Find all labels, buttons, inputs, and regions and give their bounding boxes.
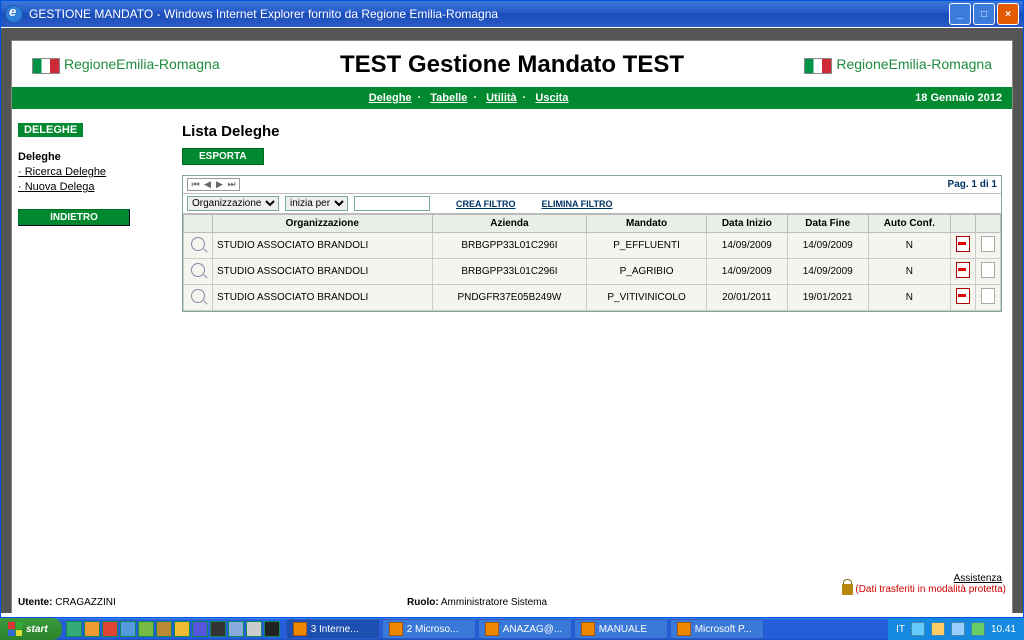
task-icon [485,622,499,636]
cell-az: BRBGPP33L01C296I [432,259,587,285]
table-row: STUDIO ASSOCIATO BRANDOLIPNDGFR37E05B249… [184,285,1001,311]
lock-icon [842,584,853,595]
sidebar-link-nuova[interactable]: Nuova Delega [18,181,170,193]
cell-org: STUDIO ASSOCIATO BRANDOLI [213,259,433,285]
ruolo-value: Amministratore Sistema [441,597,547,608]
col-df[interactable]: Data Fine [787,215,868,233]
sidebar: DELEGHE Deleghe Ricerca Deleghe Nuova De… [18,123,182,312]
close-button[interactable]: × [997,3,1019,25]
window-title: GESTIONE MANDATO - Windows Internet Expl… [29,7,949,21]
pdf-icon[interactable] [956,236,970,252]
utente-value: CRAGAZZINI [55,597,116,608]
table-row: STUDIO ASSOCIATO BRANDOLIBRBGPP33L01C296… [184,233,1001,259]
cell-df: 14/09/2009 [787,259,868,285]
create-filter-link[interactable]: CREA FILTRO [456,199,516,209]
lang-indicator[interactable]: IT [896,624,905,635]
content-sheet: RegioneEmilia-Romagna TEST Gestione Mand… [11,40,1013,613]
tray-icon[interactable] [911,622,925,636]
pager-nav[interactable]: ⏮◀▶⏭ [187,178,240,191]
doc-icon[interactable] [981,262,995,278]
minimize-button[interactable]: _ [949,3,971,25]
data-grid: Organizzazione Azienda Mandato Data Iniz… [183,214,1001,311]
taskbar-task[interactable]: Microsoft P... [670,619,764,639]
taskbar[interactable]: start 3 Interne...2 Microso...ANAZAG@...… [0,618,1024,640]
pager-label: Pag. 1 di 1 [948,179,997,190]
sidebar-section: DELEGHE [18,123,83,137]
system-tray[interactable]: IT 10.41 [888,618,1024,640]
windows-logo-icon [8,622,22,636]
menu-tabelle[interactable]: Tabelle [430,92,467,104]
utente-label: Utente: [18,597,52,608]
table-row: STUDIO ASSOCIATO BRANDOLIBRBGPP33L01C296… [184,259,1001,285]
secure-text: (Dati trasferiti in modalità protetta) [855,584,1006,595]
ruolo-label: Ruolo: [407,597,439,608]
page-title: TEST Gestione Mandato TEST [340,51,684,79]
taskbar-task[interactable]: 2 Microso... [382,619,476,639]
col-ac[interactable]: Auto Conf. [868,215,950,233]
titlebar[interactable]: GESTIONE MANDATO - Windows Internet Expl… [1,1,1023,27]
logo-left: RegioneEmilia-Romagna [32,56,220,73]
content-heading: Lista Deleghe [182,123,1002,140]
start-button[interactable]: start [0,618,62,640]
cell-di: 14/09/2009 [706,259,787,285]
delete-filter-link[interactable]: ELIMINA FILTRO [542,199,613,209]
view-icon[interactable] [191,263,205,277]
pdf-icon[interactable] [956,262,970,278]
task-icon [293,622,307,636]
tray-icon[interactable] [951,622,965,636]
menu-deleghe[interactable]: Deleghe [369,92,412,104]
tray-icon[interactable] [971,622,985,636]
cell-man: P_AGRIBIO [587,259,707,285]
taskbar-task[interactable]: 3 Interne... [286,619,380,639]
main-content: Lista Deleghe ESPORTA ⏮◀▶⏭ Pag. 1 di 1 O… [182,123,1012,312]
cell-az: PNDGFR37E05B249W [432,285,587,311]
taskbar-task[interactable]: MANUALE [574,619,668,639]
export-button[interactable]: ESPORTA [182,148,264,165]
cell-az: BRBGPP33L01C296I [432,233,587,259]
col-di[interactable]: Data Inizio [706,215,787,233]
col-az[interactable]: Azienda [432,215,587,233]
cell-di: 20/01/2011 [706,285,787,311]
clock[interactable]: 10.41 [991,624,1016,635]
cell-man: P_EFFLUENTI [587,233,707,259]
task-icon [389,622,403,636]
menu-utilita[interactable]: Utilità [486,92,517,104]
menu-uscita[interactable]: Uscita [535,92,568,104]
pdf-icon[interactable] [956,288,970,304]
table-wrap: ⏮◀▶⏭ Pag. 1 di 1 Organizzazione inizia p… [182,175,1002,312]
doc-icon[interactable] [981,288,995,304]
cell-df: 19/01/2021 [787,285,868,311]
cell-ac: N [868,233,950,259]
filter-op-select[interactable]: inizia per [285,196,348,211]
col-org[interactable]: Organizzazione [213,215,433,233]
sidebar-group: Deleghe [18,151,170,163]
cell-ac: N [868,285,950,311]
cell-ac: N [868,259,950,285]
view-icon[interactable] [191,237,205,251]
cell-org: STUDIO ASSOCIATO BRANDOLI [213,285,433,311]
maximize-button[interactable]: □ [973,3,995,25]
task-icon [581,622,595,636]
assistenza-link[interactable]: Assistenza [954,573,1002,584]
filter-field-select[interactable]: Organizzazione [187,196,279,211]
menubar: Deleghe· Tabelle· Utilità· Uscita 18 Gen… [12,87,1012,109]
col-man[interactable]: Mandato [587,215,707,233]
doc-icon[interactable] [981,236,995,252]
cell-man: P_VITIVINICOLO [587,285,707,311]
tray-icon[interactable] [931,622,945,636]
filter-value-input[interactable] [354,196,430,211]
quick-launch[interactable] [62,621,284,637]
sidebar-link-ricerca[interactable]: Ricerca Deleghe [18,166,170,178]
task-icon [677,622,691,636]
cell-org: STUDIO ASSOCIATO BRANDOLI [213,233,433,259]
back-button[interactable]: INDIETRO [18,209,130,226]
taskbar-task[interactable]: ANAZAG@... [478,619,572,639]
cell-df: 14/09/2009 [787,233,868,259]
header-date: 18 Gennaio 2012 [915,92,1002,104]
ie-window: GESTIONE MANDATO - Windows Internet Expl… [0,0,1024,618]
cell-di: 14/09/2009 [706,233,787,259]
logo-right: RegioneEmilia-Romagna [804,56,992,73]
ie-icon [5,5,23,23]
view-icon[interactable] [191,289,205,303]
